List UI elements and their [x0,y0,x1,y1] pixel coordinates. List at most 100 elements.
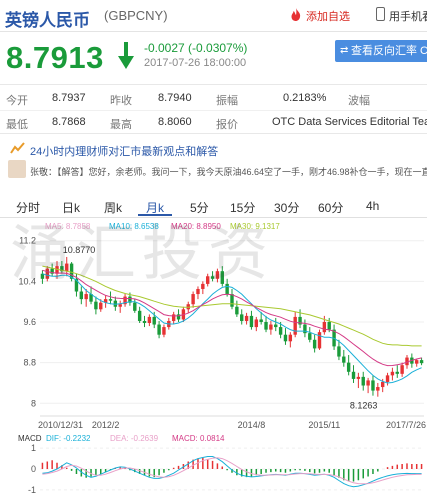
candle-body [79,291,84,300]
candle-body [108,299,113,301]
candle-body [390,371,395,376]
candle-body [230,294,234,307]
low-label: 最低 [6,119,28,131]
current-price: 8.7913 [6,40,104,75]
candle-body [395,371,399,374]
stats-row-2 [0,110,427,111]
candle-body [240,314,244,321]
candle-body [371,380,375,391]
candle-body [380,381,385,388]
amplitude-label: 振幅 [216,95,238,107]
news-title[interactable]: 24小时内理财师对汇市最新观点和解答 [30,143,218,159]
tab-30min[interactable]: 30分 [274,199,299,216]
candle-body [327,322,331,330]
high-label: 最高 [110,119,132,131]
candle-body [235,306,239,315]
candle-body [99,302,103,310]
candle-body [264,322,268,330]
candle-body [337,346,341,357]
top-bar: 英镑人民币 (GBPCNY) 添加自选 用手机看 [0,0,427,32]
tab-60min[interactable]: 60分 [318,199,343,216]
view-on-phone-link[interactable]: 用手机看 [389,8,427,24]
tab-4h[interactable]: 4h [366,199,379,213]
stats-table: 今开 8.7937 昨收 8.7940 振幅 0.2183% 波幅 最低 8.7… [0,84,427,134]
candle-body [293,316,297,335]
candle-body [361,376,365,386]
candle-body [244,315,249,321]
candle-body [274,324,278,328]
macd-value-legend: MACD: 0.0814 [172,434,225,443]
candle-body [278,327,283,335]
macd-tick-label: -1 [28,485,36,495]
candle-body [312,339,317,349]
mobile-phone-icon[interactable] [376,7,385,21]
candle-body [376,387,380,391]
advisor-news[interactable]: 24小时内理财师对汇市最新观点和解答 张敬：【解答】您好，余老师。我问一下，我今… [0,134,427,190]
x-tick-label: 2012/2 [92,420,120,430]
down-arrow-icon [118,42,134,69]
quote-time: 2017-07-26 18:00:00 [144,57,247,69]
candle-body [133,302,137,311]
high-value: 8.8060 [158,116,192,128]
low-value: 8.7868 [52,116,86,128]
dif-legend: DIF: -0.2232 [46,434,91,443]
currency-code: (GBPCNY) [104,8,168,23]
candle-body [356,376,361,379]
low-price-label: 8.1263 [350,401,378,411]
candle-body [254,319,259,328]
candle-body [308,333,312,340]
reverse-rate-button[interactable]: ⇄ 查看反向汇率 CNY [335,40,427,62]
prev-close-value: 8.7940 [158,92,192,104]
candle-body [269,324,273,330]
candle-body [142,320,147,324]
candle-body [303,324,307,334]
candle-body [171,314,176,321]
x-tick-label: 2014/8 [238,420,266,430]
source-value: OTC Data Services Editorial Team [272,116,427,128]
candle-body [249,315,254,328]
candle-body [415,360,419,364]
page: 英镑人民币 (GBPCNY) 添加自选 用手机看 8.7913 -0.0027 … [0,0,427,500]
candle-body [322,322,327,333]
currency-pair-title: 英镑人民币 [5,11,90,30]
candle-body [191,294,195,305]
candle-body [351,371,356,379]
candle-body [346,362,351,372]
candle-body [147,316,152,324]
range-label: 波幅 [348,95,370,107]
x-tick-label: 2017/7/26 [386,420,426,430]
candle-body [385,375,390,382]
candle-body [419,360,424,364]
reverse-rate-label: 查看反向汇率 CNY [351,45,427,57]
candle-body [137,310,142,321]
candle-body [317,332,322,349]
pencil-chart-icon [10,142,25,154]
candle-body [366,380,370,386]
open-value: 8.7937 [52,92,86,104]
candle-body [152,316,156,325]
candle-body [288,334,293,342]
candle-body [162,327,166,335]
open-label: 今开 [6,95,28,107]
y-tick-label: 8 [31,398,36,408]
prev-close-label: 昨收 [110,95,132,107]
avatar [8,160,26,178]
add-favorite-link[interactable]: 添加自选 [306,8,350,24]
y-tick-label: 8.8 [23,358,36,368]
macd-title: MACD [18,434,42,443]
candle-body [118,304,122,307]
amplitude-value: 0.2183% [283,92,327,104]
watermark: 涌汇投资 [10,219,274,289]
news-snippet[interactable]: 张敬：【解答】您好，余老师。我问一下，我今天原油46.64空了一手，刚才46.9… [30,165,427,178]
candle-body [259,319,263,322]
price-change: -0.0027 (-0.0307%) [144,41,248,55]
swap-icon: ⇄ [340,45,349,56]
candle-body [84,294,88,300]
macd-tick-label: 1 [31,443,36,453]
x-tick-label: 2010/12/31 [38,420,83,430]
candle-body [157,324,161,335]
flame-icon[interactable] [290,8,302,21]
y-tick-label: 9.6 [23,317,36,327]
candle-body [283,334,288,342]
macd-tick-label: 0 [31,464,36,474]
